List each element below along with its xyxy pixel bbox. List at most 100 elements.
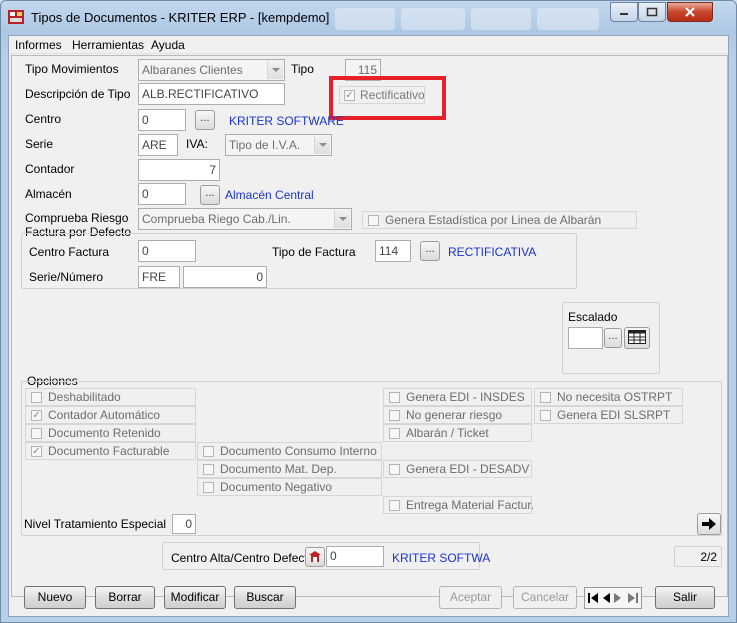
option-documento-facturable[interactable]: ✓ Documento Facturable: [25, 442, 196, 460]
blurred-area: [537, 8, 599, 30]
previous-record-icon[interactable]: [601, 592, 611, 604]
escalado-lookup-button[interactable]: ...: [604, 328, 622, 348]
rectificativo-checkbox[interactable]: ✓ Rectificativo: [339, 86, 425, 104]
next-record-icon[interactable]: [613, 592, 623, 604]
last-record-icon[interactable]: [627, 592, 639, 604]
chevron-down-icon: [314, 136, 330, 154]
app-icon: [8, 10, 24, 24]
tipo-movimientos-label: Tipo Movimientos: [25, 62, 119, 76]
option-label: Documento Consumo Interno: [220, 444, 377, 458]
borrar-button[interactable]: Borrar: [95, 586, 155, 609]
option-label: No necesita OSTRPT: [557, 390, 673, 404]
option-no-generar-riesgo[interactable]: No generar riesgo: [383, 406, 532, 424]
comprueba-riesgo-label: Comprueba Riesgo: [25, 211, 129, 225]
option-label: Genera EDI - DESADV: [406, 462, 530, 476]
option-label: Documento Facturable: [48, 444, 170, 458]
option-no-necesita-ostrpt[interactable]: No necesita OSTRPT: [534, 388, 683, 406]
menu-informes[interactable]: Informes: [15, 38, 62, 52]
comprueba-riesgo-value: Comprueba Riego Cab./Lin.: [142, 212, 291, 226]
serie-input[interactable]: ARE: [138, 134, 178, 156]
option-label: Documento Mat. Dep.: [220, 462, 337, 476]
menu-ayuda[interactable]: Ayuda: [151, 38, 185, 52]
option-documento-mat-dep[interactable]: Documento Mat. Dep.: [197, 460, 382, 478]
checkbox-icon: [389, 500, 400, 511]
centro-factura-label: Centro Factura: [29, 245, 110, 259]
option-label: Entrega Material Factur.: [406, 498, 535, 512]
option-label: Genera EDI - INSDES: [406, 390, 525, 404]
minimize-button[interactable]: [610, 2, 638, 22]
arrow-right-icon: [702, 518, 716, 530]
maximize-button[interactable]: [638, 2, 666, 22]
record-navigator: [584, 587, 642, 609]
aceptar-button[interactable]: Aceptar: [439, 586, 502, 609]
next-arrow-button[interactable]: [697, 513, 721, 535]
option-albaran-ticket[interactable]: Albarán / Ticket: [383, 424, 532, 442]
checkbox-checked-icon: ✓: [31, 446, 42, 457]
serie-label: Serie: [25, 137, 54, 151]
menu-herramientas[interactable]: Herramientas: [72, 38, 144, 52]
escalado-label: Escalado: [568, 310, 618, 324]
almacen-lookup-button[interactable]: ...: [200, 185, 220, 205]
checkbox-icon: [389, 410, 400, 421]
escalado-input[interactable]: [568, 327, 603, 349]
option-label: Albarán / Ticket: [406, 426, 489, 440]
genera-estadistica-checkbox[interactable]: Genera Estadística por Linea de Albarán: [362, 211, 637, 229]
table-grid-icon: [628, 330, 646, 344]
option-documento-retenido[interactable]: Documento Retenido: [25, 424, 196, 442]
blurred-area: [401, 8, 465, 30]
centro-alta-name: KRITER SOFTWA: [392, 551, 491, 565]
salir-button[interactable]: Salir: [655, 586, 715, 609]
centro-name: KRITER SOFTWARE: [229, 114, 344, 128]
descripcion-input[interactable]: ALB.RECTIFICATIVO: [138, 83, 285, 105]
checkbox-icon: [389, 392, 400, 403]
checkbox-icon: [389, 464, 400, 475]
tipo-label: Tipo: [291, 62, 314, 76]
option-label: No generar riesgo: [406, 408, 503, 422]
chevron-down-icon: [267, 61, 283, 79]
tipo-factura-label: Tipo de Factura: [272, 245, 356, 259]
option-label: Documento Negativo: [220, 480, 333, 494]
centro-input[interactable]: 0: [138, 109, 186, 131]
maximize-icon: [646, 7, 658, 17]
serie-numero-serie-input[interactable]: FRE: [138, 266, 180, 288]
almacen-label: Almacén: [25, 187, 72, 201]
chevron-down-icon: [334, 210, 350, 228]
tipo-factura-lookup-button[interactable]: ...: [420, 241, 440, 261]
serie-numero-numero-input[interactable]: 0: [183, 266, 267, 288]
cancelar-button[interactable]: Cancelar: [513, 586, 577, 609]
option-documento-consumo-interno[interactable]: Documento Consumo Interno: [197, 442, 382, 460]
centro-alta-input[interactable]: 0: [326, 546, 384, 567]
option-contador-automatico[interactable]: ✓ Contador Automático: [25, 406, 196, 424]
checkbox-icon: [31, 428, 42, 439]
option-genera-edi-insdes[interactable]: Genera EDI - INSDES: [383, 388, 532, 406]
option-deshabilitado[interactable]: Deshabilitado: [25, 388, 196, 406]
option-genera-edi-slsrpt[interactable]: Genera EDI SLSRPT: [534, 406, 683, 424]
nivel-tratamiento-input[interactable]: 0: [172, 514, 196, 534]
checkbox-icon: [540, 410, 551, 421]
modificar-button[interactable]: Modificar: [164, 586, 226, 609]
iva-select[interactable]: Tipo de I.V.A.: [225, 134, 332, 156]
building-icon: [309, 551, 321, 562]
checkbox-icon: [203, 446, 214, 457]
first-record-icon[interactable]: [587, 592, 599, 604]
centro-lookup-button[interactable]: ...: [195, 110, 215, 130]
comprueba-riesgo-select[interactable]: Comprueba Riego Cab./Lin.: [138, 208, 352, 230]
page-indicator: 2/2: [700, 550, 717, 564]
nivel-tratamiento-label: Nivel Tratamiento Especial: [24, 517, 167, 531]
option-entrega-material-factur[interactable]: Entrega Material Factur.: [383, 496, 535, 514]
centro-factura-input[interactable]: 0: [138, 240, 196, 262]
option-documento-negativo[interactable]: Documento Negativo: [197, 478, 382, 496]
tipo-movimientos-select[interactable]: Albaranes Clientes: [138, 59, 285, 81]
buscar-button[interactable]: Buscar: [234, 586, 296, 609]
contador-input[interactable]: 7: [138, 159, 220, 181]
checkbox-icon: [203, 464, 214, 475]
centro-alta-lookup-button[interactable]: [305, 547, 325, 567]
nuevo-button[interactable]: Nuevo: [24, 586, 86, 609]
option-genera-edi-desadv[interactable]: Genera EDI - DESADV: [383, 460, 532, 478]
tipo-factura-input[interactable]: 114: [375, 240, 411, 262]
almacen-input[interactable]: 0: [138, 183, 186, 205]
rectificativo-label: Rectificativo: [360, 88, 425, 102]
title-bar: Tipos de Documentos - KRITER ERP - [kemp…: [1, 1, 736, 35]
table-grid-button[interactable]: [624, 327, 650, 349]
close-button[interactable]: [667, 2, 713, 22]
